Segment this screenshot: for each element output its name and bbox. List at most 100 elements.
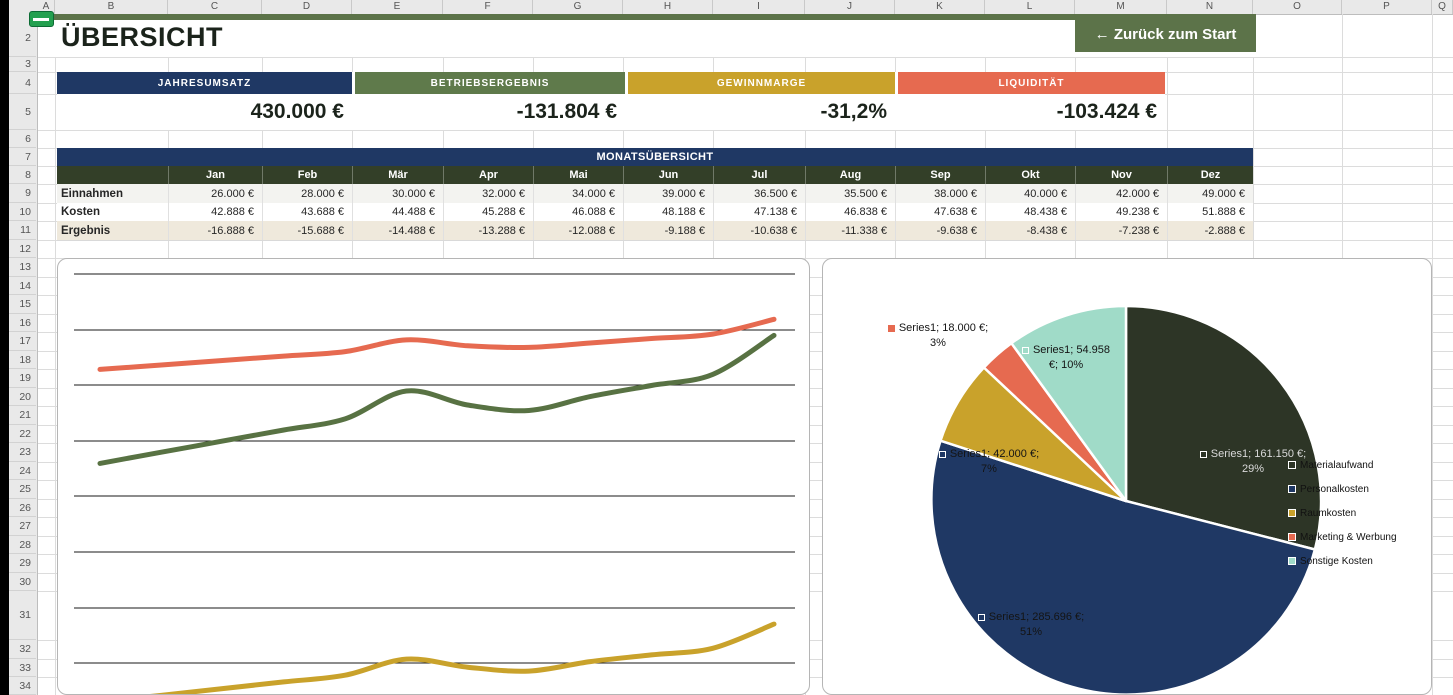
table-cell[interactable]: -8.438 € xyxy=(985,221,1075,240)
column-header-C[interactable]: C xyxy=(168,0,262,14)
row-header-28[interactable]: 28 xyxy=(9,536,36,554)
row-header-34[interactable]: 34 xyxy=(9,677,36,695)
month-header-Aug[interactable]: Aug xyxy=(805,166,895,184)
row-header-30[interactable]: 30 xyxy=(9,573,36,591)
row-header-4[interactable]: 4 xyxy=(9,72,36,94)
table-cell[interactable]: 40.000 € xyxy=(985,184,1075,203)
table-cell[interactable]: 35.500 € xyxy=(805,184,895,203)
row-header-33[interactable]: 33 xyxy=(9,659,36,677)
row-header-12[interactable]: 12 xyxy=(9,240,36,258)
sheet-shape-icon[interactable] xyxy=(29,11,54,27)
month-header-Jan[interactable]: Jan xyxy=(168,166,262,184)
line-series-kosten[interactable] xyxy=(100,319,774,369)
table-cell[interactable]: 34.000 € xyxy=(533,184,623,203)
row-header-7[interactable]: 7 xyxy=(9,148,36,166)
table-cell[interactable]: 46.838 € xyxy=(805,203,895,221)
column-header-G[interactable]: G xyxy=(533,0,623,14)
row-header-20[interactable]: 20 xyxy=(9,388,36,406)
column-header-I[interactable]: I xyxy=(713,0,805,14)
row-header-9[interactable]: 9 xyxy=(9,184,36,203)
table-cell[interactable]: -9.638 € xyxy=(895,221,985,240)
row-header-24[interactable]: 24 xyxy=(9,462,36,480)
table-cell[interactable]: -13.288 € xyxy=(443,221,533,240)
row-header-11[interactable]: 11 xyxy=(9,221,36,240)
legend-item-sonstige-kosten[interactable]: Sonstige Kosten xyxy=(1288,553,1373,569)
table-cell[interactable]: 46.088 € xyxy=(533,203,623,221)
row-header-22[interactable]: 22 xyxy=(9,425,36,443)
table-cell[interactable]: 49.238 € xyxy=(1075,203,1167,221)
column-header-F[interactable]: F xyxy=(443,0,533,14)
column-header-P[interactable]: P xyxy=(1342,0,1432,14)
column-header-J[interactable]: J xyxy=(805,0,895,14)
row-header-29[interactable]: 29 xyxy=(9,554,36,573)
column-header-E[interactable]: E xyxy=(352,0,443,14)
table-cell[interactable]: 47.638 € xyxy=(895,203,985,221)
month-header-Jul[interactable]: Jul xyxy=(713,166,805,184)
column-header-B[interactable]: B xyxy=(55,0,168,14)
row-header-8[interactable]: 8 xyxy=(9,166,36,184)
legend-item-raumkosten[interactable]: Raumkosten xyxy=(1288,505,1356,521)
table-cell[interactable]: 48.438 € xyxy=(985,203,1075,221)
row-header-6[interactable]: 6 xyxy=(9,130,36,148)
legend-item-materialaufwand[interactable]: Materialaufwand xyxy=(1288,457,1373,473)
column-header-K[interactable]: K xyxy=(895,0,985,14)
legend-item-personalkosten[interactable]: Personalkosten xyxy=(1288,481,1369,497)
line-chart[interactable] xyxy=(57,258,810,695)
legend-item-marketing-werbung[interactable]: Marketing & Werbung xyxy=(1288,529,1397,545)
month-header-Mär[interactable]: Mär xyxy=(352,166,443,184)
column-header-Q[interactable]: Q xyxy=(1432,0,1453,14)
month-header-Apr[interactable]: Apr xyxy=(443,166,533,184)
line-series-ergebnis[interactable] xyxy=(100,624,774,695)
row-header-16[interactable]: 16 xyxy=(9,314,36,332)
row-header-25[interactable]: 25 xyxy=(9,480,36,499)
table-cell[interactable]: 28.000 € xyxy=(262,184,352,203)
table-cell[interactable]: -2.888 € xyxy=(1167,221,1253,240)
table-cell[interactable]: -7.238 € xyxy=(1075,221,1167,240)
table-cell[interactable]: 48.188 € xyxy=(623,203,713,221)
table-cell[interactable]: 30.000 € xyxy=(352,184,443,203)
table-cell[interactable]: -9.188 € xyxy=(623,221,713,240)
row-header-13[interactable]: 13 xyxy=(9,258,36,277)
row-header-31[interactable]: 31 xyxy=(9,591,36,640)
table-cell[interactable]: -14.488 € xyxy=(352,221,443,240)
row-header-19[interactable]: 19 xyxy=(9,369,36,388)
table-cell[interactable]: 42.888 € xyxy=(168,203,262,221)
month-header-Jun[interactable]: Jun xyxy=(623,166,713,184)
column-header-L[interactable]: L xyxy=(985,0,1075,14)
back-to-start-button[interactable]: ← Zurück zum Start xyxy=(1075,16,1256,52)
row-header-32[interactable]: 32 xyxy=(9,640,36,659)
row-header-21[interactable]: 21 xyxy=(9,406,36,425)
column-header-M[interactable]: M xyxy=(1075,0,1167,14)
pie-chart[interactable]: Series1; 161.150 €;29%Series1; 285.696 €… xyxy=(822,258,1432,695)
table-cell[interactable]: 42.000 € xyxy=(1075,184,1167,203)
table-cell[interactable]: 26.000 € xyxy=(168,184,262,203)
row-header-14[interactable]: 14 xyxy=(9,277,36,295)
month-header-Mai[interactable]: Mai xyxy=(533,166,623,184)
table-cell[interactable]: 47.138 € xyxy=(713,203,805,221)
line-series-einnahmen[interactable] xyxy=(100,335,774,463)
table-cell[interactable]: -11.338 € xyxy=(805,221,895,240)
table-cell[interactable]: 32.000 € xyxy=(443,184,533,203)
column-header-H[interactable]: H xyxy=(623,0,713,14)
row-header-15[interactable]: 15 xyxy=(9,295,36,314)
month-header-Sep[interactable]: Sep xyxy=(895,166,985,184)
table-cell[interactable]: 39.000 € xyxy=(623,184,713,203)
row-header-17[interactable]: 17 xyxy=(9,332,36,351)
column-header-N[interactable]: N xyxy=(1167,0,1253,14)
row-header-10[interactable]: 10 xyxy=(9,203,36,221)
month-header-Dez[interactable]: Dez xyxy=(1167,166,1253,184)
row-header-5[interactable]: 5 xyxy=(9,94,36,130)
row-header-18[interactable]: 18 xyxy=(9,351,36,369)
row-header-26[interactable]: 26 xyxy=(9,499,36,517)
row-header-27[interactable]: 27 xyxy=(9,517,36,536)
row-header-23[interactable]: 23 xyxy=(9,443,36,462)
table-cell[interactable]: 44.488 € xyxy=(352,203,443,221)
month-header-Nov[interactable]: Nov xyxy=(1075,166,1167,184)
table-cell[interactable]: 49.000 € xyxy=(1167,184,1253,203)
table-cell[interactable]: 43.688 € xyxy=(262,203,352,221)
table-cell[interactable]: 51.888 € xyxy=(1167,203,1253,221)
column-header-D[interactable]: D xyxy=(262,0,352,14)
month-header-Feb[interactable]: Feb xyxy=(262,166,352,184)
table-cell[interactable]: -15.688 € xyxy=(262,221,352,240)
row-header-3[interactable]: 3 xyxy=(9,57,36,72)
